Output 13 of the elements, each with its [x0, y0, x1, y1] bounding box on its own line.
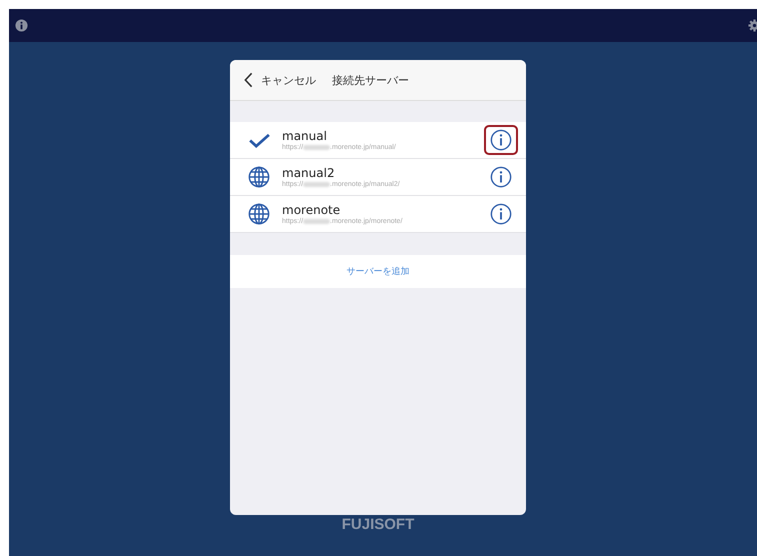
server-name: manual	[282, 128, 328, 142]
redacted-text	[303, 218, 330, 224]
info-button[interactable]	[484, 125, 518, 155]
server-name: manual2	[282, 166, 336, 180]
server-name: morenote	[282, 202, 342, 216]
chevron-left-icon	[244, 72, 253, 88]
info-icon[interactable]	[15, 19, 28, 32]
redacted-text	[303, 182, 330, 186]
dialog-title: 接続先サーバー	[332, 72, 409, 88]
add-server-button[interactable]: サーバーを追加	[230, 255, 526, 288]
redacted-text	[303, 144, 330, 150]
logo-text: FUJISOFT	[342, 516, 414, 533]
cancel-button[interactable]: キャンセル	[244, 72, 316, 88]
